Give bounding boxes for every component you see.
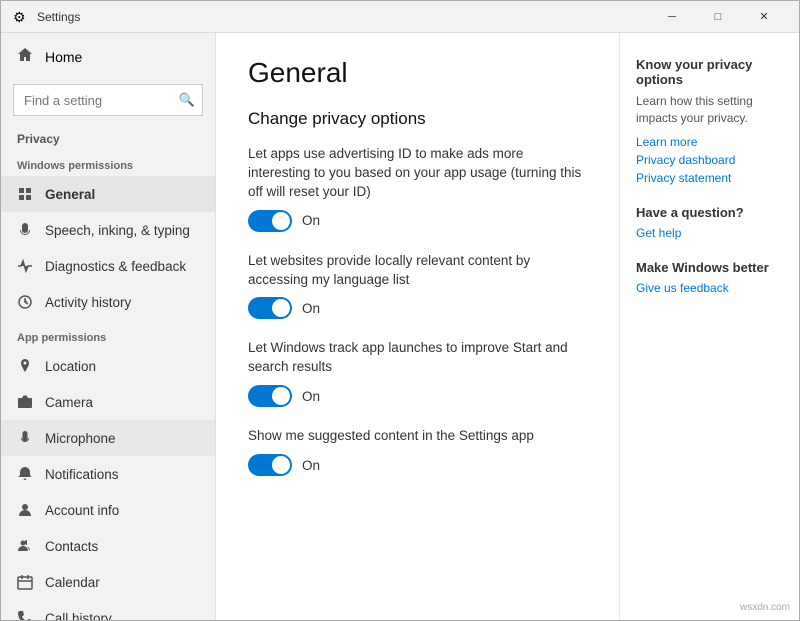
sidebar-item-notifications-label: Notifications	[45, 467, 119, 482]
privacy-dashboard-link[interactable]: Privacy dashboard	[636, 153, 783, 167]
learn-more-link[interactable]: Learn more	[636, 135, 783, 149]
sidebar-item-contacts[interactable]: Contacts	[1, 528, 215, 564]
minimize-button[interactable]: ─	[649, 1, 695, 33]
right-section1-desc: Learn how this setting impacts your priv…	[636, 93, 783, 127]
home-icon	[17, 47, 33, 66]
speech-icon	[17, 222, 33, 238]
sidebar-search-container: 🔍	[13, 84, 203, 116]
sidebar-item-activity-label: Activity history	[45, 295, 131, 310]
search-icon: 🔍	[179, 92, 195, 108]
setting-desc-4: Show me suggested content in the Setting…	[248, 427, 587, 446]
general-icon	[17, 186, 33, 202]
right-section1-title: Know your privacy options	[636, 57, 783, 87]
sidebar-item-callhistory-label: Call history	[45, 611, 112, 621]
diagnostics-icon	[17, 258, 33, 274]
section-title: Change privacy options	[248, 109, 587, 129]
get-help-link[interactable]: Get help	[636, 226, 783, 240]
activity-icon	[17, 294, 33, 310]
toggle-1[interactable]	[248, 210, 292, 232]
sidebar-item-camera[interactable]: Camera	[1, 384, 215, 420]
setting-desc-1: Let apps use advertising ID to make ads …	[248, 145, 587, 202]
toggle-row-1: On	[248, 210, 587, 232]
window-controls: ─ □ ✕	[649, 1, 787, 33]
titlebar: ⚙ Settings ─ □ ✕	[1, 1, 799, 33]
sidebar-item-general-label: General	[45, 187, 95, 202]
setting-item-2: Let websites provide locally relevant co…	[248, 252, 587, 320]
maximize-button[interactable]: □	[695, 1, 741, 33]
call-icon	[17, 610, 33, 620]
toggle-row-3: On	[248, 385, 587, 407]
sidebar-item-contacts-label: Contacts	[45, 539, 98, 554]
microphone-icon	[17, 430, 33, 446]
notifications-icon	[17, 466, 33, 482]
account-icon	[17, 502, 33, 518]
toggle-row-2: On	[248, 297, 587, 319]
give-feedback-link[interactable]: Give us feedback	[636, 281, 783, 295]
windows-permissions-label: Windows permissions	[1, 148, 215, 176]
toggle-label-4: On	[302, 458, 320, 473]
sidebar-item-microphone[interactable]: Microphone	[1, 420, 215, 456]
sidebar-item-general[interactable]: General	[1, 176, 215, 212]
setting-desc-2: Let websites provide locally relevant co…	[248, 252, 587, 290]
right-section2-title: Have a question?	[636, 205, 783, 220]
sidebar-item-microphone-label: Microphone	[45, 431, 116, 446]
sidebar-item-activity[interactable]: Activity history	[1, 284, 215, 320]
sidebar-item-callhistory[interactable]: Call history	[1, 600, 215, 620]
main-panel: General Change privacy options Let apps …	[216, 33, 619, 620]
main-content: Home 🔍 Privacy Windows permissions Gener…	[1, 33, 799, 620]
setting-item-4: Show me suggested content in the Setting…	[248, 427, 587, 476]
setting-desc-3: Let Windows track app launches to improv…	[248, 339, 587, 377]
sidebar-item-diagnostics-label: Diagnostics & feedback	[45, 259, 186, 274]
sidebar-item-camera-label: Camera	[45, 395, 93, 410]
setting-item-3: Let Windows track app launches to improv…	[248, 339, 587, 407]
settings-window: ⚙ Settings ─ □ ✕ Home 🔍	[0, 0, 800, 621]
sidebar-home-label: Home	[45, 49, 82, 65]
sidebar-item-location-label: Location	[45, 359, 96, 374]
location-icon	[17, 358, 33, 374]
toggle-row-4: On	[248, 454, 587, 476]
sidebar-item-diagnostics[interactable]: Diagnostics & feedback	[1, 248, 215, 284]
toggle-2[interactable]	[248, 297, 292, 319]
privacy-statement-link[interactable]: Privacy statement	[636, 171, 783, 185]
watermark: wsxdn.com	[740, 602, 790, 613]
page-title: General	[248, 57, 587, 89]
sidebar-item-calendar[interactable]: Calendar	[1, 564, 215, 600]
camera-icon	[17, 394, 33, 410]
right-section3-title: Make Windows better	[636, 260, 783, 275]
calendar-icon	[17, 574, 33, 590]
sidebar-item-notifications[interactable]: Notifications	[1, 456, 215, 492]
toggle-label-3: On	[302, 389, 320, 404]
sidebar-item-home[interactable]: Home	[1, 33, 215, 80]
sidebar-item-location[interactable]: Location	[1, 348, 215, 384]
setting-item-1: Let apps use advertising ID to make ads …	[248, 145, 587, 232]
privacy-section-label: Privacy	[1, 124, 215, 148]
contacts-icon	[17, 538, 33, 554]
sidebar-item-account-label: Account info	[45, 503, 119, 518]
right-panel: Know your privacy options Learn how this…	[619, 33, 799, 620]
toggle-4[interactable]	[248, 454, 292, 476]
toggle-label-1: On	[302, 213, 320, 228]
app-permissions-label: App permissions	[1, 320, 215, 348]
sidebar: Home 🔍 Privacy Windows permissions Gener…	[1, 33, 216, 620]
sidebar-item-account[interactable]: Account info	[1, 492, 215, 528]
sidebar-item-speech-label: Speech, inking, & typing	[45, 223, 190, 238]
sidebar-item-speech[interactable]: Speech, inking, & typing	[1, 212, 215, 248]
search-input[interactable]	[13, 84, 203, 116]
app-icon: ⚙	[13, 9, 29, 25]
toggle-3[interactable]	[248, 385, 292, 407]
sidebar-item-calendar-label: Calendar	[45, 575, 100, 590]
window-title: Settings	[37, 10, 649, 24]
toggle-label-2: On	[302, 301, 320, 316]
close-button[interactable]: ✕	[741, 1, 787, 33]
